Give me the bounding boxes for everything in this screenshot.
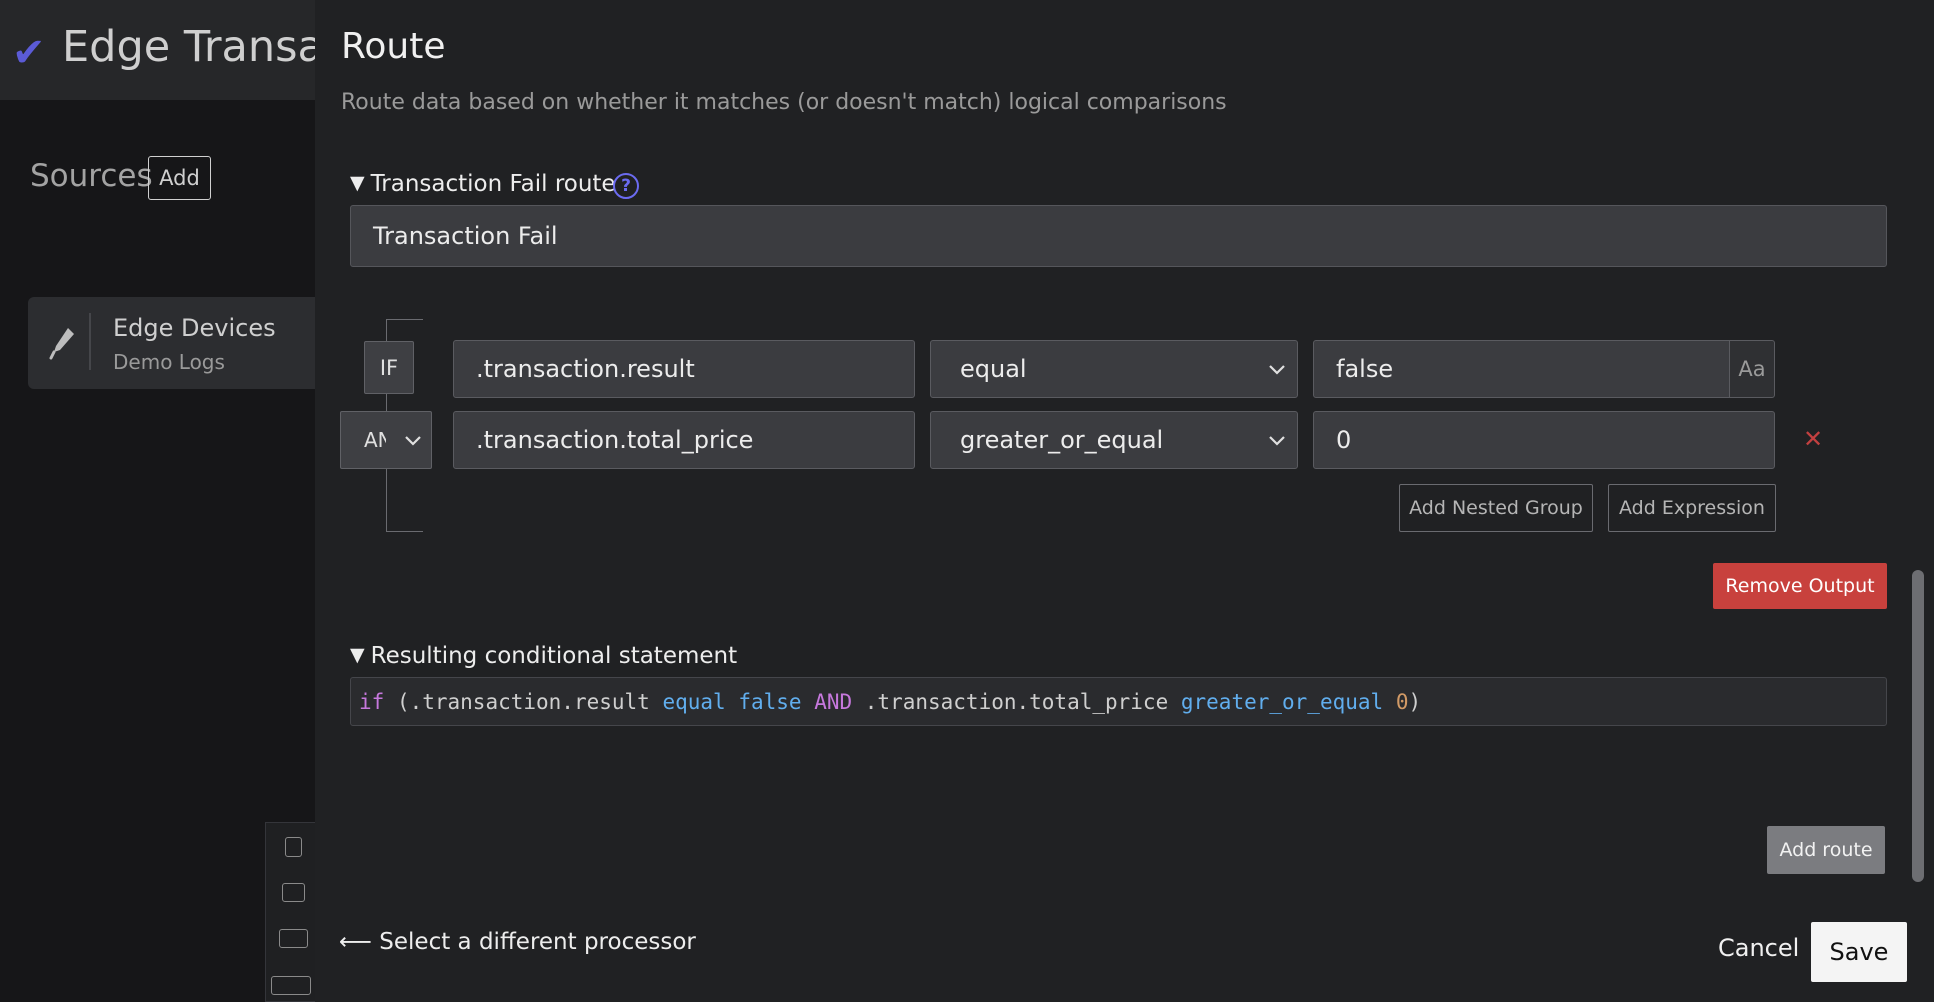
code-operator: greater_or_equal: [1180, 689, 1384, 714]
shape-medium-icon[interactable]: [282, 883, 305, 902]
add-nested-group-button[interactable]: Add Nested Group: [1399, 484, 1593, 532]
condition-operator-value: equal: [960, 355, 1027, 383]
collapse-triangle-icon: ▼: [350, 172, 365, 194]
code-keyword: if: [359, 689, 385, 714]
code-literal: false: [738, 689, 802, 714]
route-section-heading: Transaction Fail route: [370, 171, 616, 197]
shape-small-icon[interactable]: [285, 837, 302, 857]
code-text: .transaction.total_price: [852, 689, 1181, 714]
route-section-toggle[interactable]: ▼ Transaction Fail route: [350, 171, 616, 197]
source-card-subtitle: Demo Logs: [113, 350, 225, 374]
logic-operator-value: AND: [364, 428, 386, 452]
remove-expression-icon[interactable]: ✕: [1803, 425, 1823, 453]
select-different-processor-link[interactable]: ⟵ Select a different processor: [339, 929, 696, 955]
logic-operator-select[interactable]: AND: [340, 411, 432, 469]
chevron-down-icon: [1269, 365, 1285, 375]
code-keyword: AND: [814, 689, 853, 714]
conditional-statement-code: if (.transaction.result equal false AND …: [350, 677, 1887, 726]
shape-xlarge-icon[interactable]: [271, 976, 311, 995]
code-text: ): [1408, 689, 1422, 714]
remove-output-button[interactable]: Remove Output: [1713, 563, 1887, 609]
condition-value-input[interactable]: 0: [1313, 411, 1775, 469]
checkmark-icon: ✔: [12, 30, 46, 76]
add-source-button[interactable]: Add: [148, 156, 211, 200]
drawer-description: Route data based on whether it matches (…: [341, 90, 1227, 115]
code-number: 0: [1395, 689, 1409, 714]
add-route-button[interactable]: Add route: [1767, 826, 1885, 874]
add-expression-button[interactable]: Add Expression: [1608, 484, 1776, 532]
result-section-toggle[interactable]: ▼ Resulting conditional statement: [350, 643, 737, 669]
collapse-triangle-icon: ▼: [350, 644, 365, 666]
sources-heading: Sources: [30, 158, 153, 194]
route-name-input[interactable]: Transaction Fail: [350, 205, 1887, 267]
chevron-down-icon: [1269, 436, 1285, 446]
code-text: (.transaction.result: [384, 689, 663, 714]
condition-value-input[interactable]: false: [1313, 340, 1730, 398]
result-section-heading: Resulting conditional statement: [370, 643, 738, 669]
condition-operator-select[interactable]: greater_or_equal: [930, 411, 1298, 469]
card-divider: [89, 313, 91, 370]
shape-large-icon[interactable]: [279, 929, 308, 948]
scrollbar[interactable]: [1912, 570, 1924, 882]
condition-field-input[interactable]: .transaction.result: [453, 340, 915, 398]
save-button[interactable]: Save: [1811, 922, 1907, 982]
cancel-button[interactable]: Cancel: [1718, 934, 1799, 962]
condition-field-input[interactable]: .transaction.total_price: [453, 411, 915, 469]
help-icon[interactable]: ?: [613, 173, 639, 199]
pipette-icon: [48, 324, 78, 364]
source-card-title: Edge Devices: [113, 314, 276, 342]
code-operator: equal: [662, 689, 726, 714]
chevron-down-icon: [405, 436, 421, 446]
condition-operator-value: greater_or_equal: [960, 426, 1164, 454]
drawer-title: Route: [341, 26, 446, 67]
condition-operator-select[interactable]: equal: [930, 340, 1298, 398]
case-sensitive-toggle[interactable]: Aa: [1729, 340, 1775, 398]
if-label: IF: [364, 341, 414, 394]
